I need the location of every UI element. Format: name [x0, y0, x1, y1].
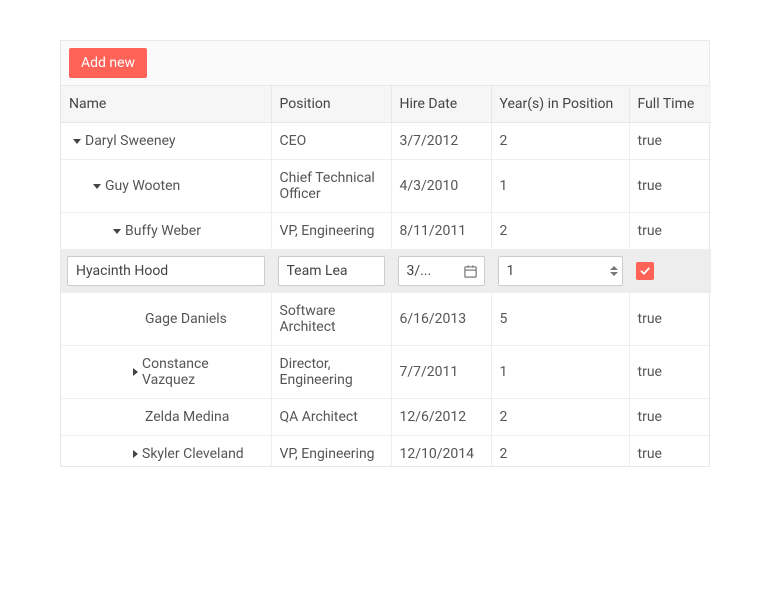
- header-hire-date[interactable]: Hire Date: [391, 86, 491, 123]
- years-cell: 1: [491, 160, 629, 213]
- expand-toggle-icon[interactable]: [133, 368, 138, 376]
- table-row: Zelda Medina QA Architect 12/6/2012 2 tr…: [61, 399, 711, 436]
- position-cell: QA Architect: [271, 399, 391, 436]
- expand-toggle-icon[interactable]: [93, 184, 101, 189]
- header-name[interactable]: Name: [61, 86, 271, 123]
- years-input[interactable]: [499, 257, 605, 285]
- name-cell: Gage Daniels: [145, 311, 227, 327]
- position-cell: VP, Engineering: [271, 213, 391, 250]
- position-cell: VP, Engineering: [271, 436, 391, 467]
- hire-date-cell: 12/6/2012: [391, 399, 491, 436]
- full-time-cell: true: [629, 160, 711, 213]
- name-cell: Constance Vazquez: [142, 356, 263, 388]
- table-row: Guy Wooten Chief Technical Officer 4/3/2…: [61, 160, 711, 213]
- years-cell: 1: [491, 346, 629, 399]
- hire-date-cell: 3/7/2012: [391, 123, 491, 160]
- years-stepper[interactable]: [498, 256, 623, 286]
- hire-date-cell: 7/7/2011: [391, 346, 491, 399]
- table-row: Buffy Weber VP, Engineering 8/11/2011 2 …: [61, 213, 711, 250]
- years-cell: 2: [491, 213, 629, 250]
- header-years[interactable]: Year(s) in Position: [491, 86, 629, 123]
- full-time-cell: true: [629, 293, 711, 346]
- calendar-icon[interactable]: [457, 264, 484, 279]
- table-row: Constance Vazquez Director, Engineering …: [61, 346, 711, 399]
- name-cell: Buffy Weber: [125, 223, 201, 239]
- hire-date-cell: 8/11/2011: [391, 213, 491, 250]
- position-cell: CEO: [271, 123, 391, 160]
- spinner-up-icon[interactable]: [610, 266, 618, 270]
- name-cell: Skyler Cleveland: [142, 446, 244, 462]
- years-cell: 5: [491, 293, 629, 346]
- add-new-button[interactable]: Add new: [69, 48, 147, 78]
- expand-toggle-icon[interactable]: [73, 139, 81, 144]
- toolbar: Add new: [61, 41, 709, 86]
- table-row: Skyler Cleveland VP, Engineering 12/10/2…: [61, 436, 711, 467]
- table-row: Gage Daniels Software Architect 6/16/201…: [61, 293, 711, 346]
- full-time-cell: true: [629, 399, 711, 436]
- tree-grid: Add new Name Position Hire Date Year(s) …: [60, 40, 710, 467]
- hire-date-cell: 12/10/2014: [391, 436, 491, 467]
- full-time-checkbox[interactable]: [636, 262, 654, 280]
- years-cell: 2: [491, 123, 629, 160]
- full-time-cell: true: [629, 213, 711, 250]
- table-row: Daryl Sweeney CEO 3/7/2012 2 true: [61, 123, 711, 160]
- hire-date-cell: 6/16/2013: [391, 293, 491, 346]
- years-cell: 2: [491, 399, 629, 436]
- full-time-cell: true: [629, 436, 711, 467]
- expand-toggle-icon[interactable]: [113, 229, 121, 234]
- position-cell: Chief Technical Officer: [271, 160, 391, 213]
- header-full-time[interactable]: Full Time: [629, 86, 711, 123]
- name-cell: Daryl Sweeney: [85, 133, 176, 149]
- edit-row: [61, 250, 711, 293]
- full-time-cell: true: [629, 123, 711, 160]
- spinner-down-icon[interactable]: [610, 272, 618, 276]
- name-cell: Zelda Medina: [145, 409, 229, 425]
- position-cell: Director, Engineering: [271, 346, 391, 399]
- hire-date-input[interactable]: [399, 257, 457, 285]
- full-time-cell: true: [629, 346, 711, 399]
- header-position[interactable]: Position: [271, 86, 391, 123]
- position-input[interactable]: [278, 256, 385, 286]
- hire-date-cell: 4/3/2010: [391, 160, 491, 213]
- position-cell: Software Architect: [271, 293, 391, 346]
- name-cell: Guy Wooten: [105, 178, 180, 194]
- data-table: Name Position Hire Date Year(s) in Posit…: [61, 86, 711, 466]
- header-row: Name Position Hire Date Year(s) in Posit…: [61, 86, 711, 123]
- years-cell: 2: [491, 436, 629, 467]
- expand-toggle-icon[interactable]: [133, 450, 138, 458]
- hire-date-picker[interactable]: [398, 256, 485, 286]
- name-input[interactable]: [67, 256, 265, 286]
